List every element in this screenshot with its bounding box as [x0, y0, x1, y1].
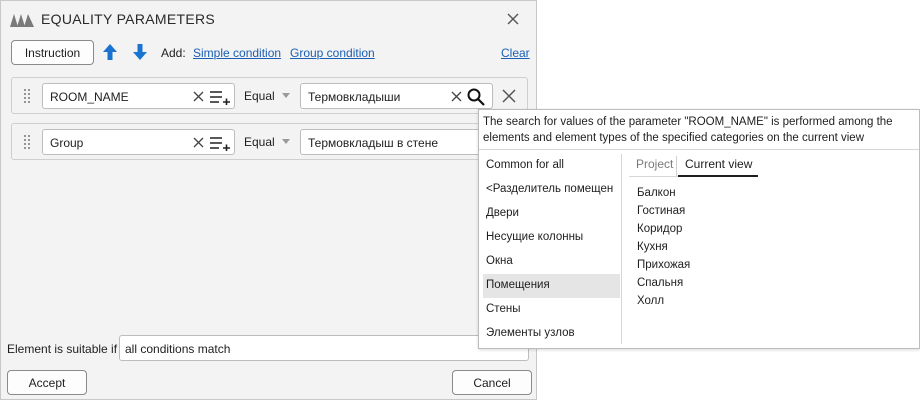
value-item[interactable]: Кухня	[637, 241, 668, 253]
suitable-label: Element is suitable if	[7, 342, 118, 356]
active-tab-indicator	[678, 175, 758, 177]
category-item-selected[interactable]: Помещения	[483, 274, 619, 298]
category-item[interactable]: Окна	[483, 250, 619, 274]
clear-parameter-icon[interactable]	[193, 137, 204, 148]
drag-handle-icon[interactable]	[23, 88, 31, 104]
condition-value: Термовкладыши	[308, 90, 401, 104]
move-down-icon[interactable]	[132, 43, 148, 61]
parameter-value: ROOM_NAME	[50, 90, 129, 104]
value-item[interactable]: Коридор	[637, 223, 682, 235]
add-label: Add:	[161, 46, 186, 60]
search-icon[interactable]	[467, 88, 485, 106]
parameter-field[interactable]: Group	[42, 129, 235, 155]
value-item[interactable]: Спальня	[637, 277, 683, 289]
parameter-value: Group	[50, 136, 84, 150]
clear-link[interactable]: Clear	[501, 46, 530, 60]
category-item[interactable]: Стены	[483, 298, 619, 322]
condition-row: ROOM_NAME Equal Термовкладыши	[11, 77, 528, 114]
simple-condition-link[interactable]: Simple condition	[193, 46, 281, 60]
clear-value-icon[interactable]	[451, 91, 462, 102]
divider	[479, 149, 919, 150]
chevron-down-icon[interactable]	[282, 93, 290, 98]
remove-condition-icon[interactable]	[502, 89, 516, 103]
move-up-icon[interactable]	[102, 43, 118, 61]
add-to-list-icon[interactable]	[209, 90, 231, 105]
value-item[interactable]: Балкон	[637, 187, 676, 199]
instruction-button[interactable]: Instruction	[11, 40, 94, 65]
value-field[interactable]: Термовкладыш в стене	[300, 129, 493, 155]
chevron-down-icon[interactable]	[282, 139, 290, 144]
suitable-select[interactable]: all conditions match	[119, 335, 529, 361]
category-item[interactable]: Common for all	[483, 154, 619, 178]
condition-row: Group Equal Термовкладыш в стене	[11, 123, 528, 160]
tab-current-view[interactable]: Current view	[685, 157, 752, 171]
operator-select[interactable]: Equal	[244, 89, 275, 103]
value-item[interactable]: Холл	[637, 295, 664, 307]
category-item[interactable]: Несущие колонны	[483, 226, 619, 250]
suitable-value: all conditions match	[125, 342, 231, 356]
value-item[interactable]: Гостиная	[637, 205, 685, 217]
condition-value: Термовкладыш в стене	[308, 136, 438, 150]
clear-parameter-icon[interactable]	[193, 91, 204, 102]
value-field[interactable]: Термовкладыши	[300, 83, 493, 109]
operator-select[interactable]: Equal	[244, 135, 275, 149]
cancel-button[interactable]: Cancel	[452, 370, 532, 395]
divider	[621, 154, 622, 344]
group-condition-link[interactable]: Group condition	[290, 46, 375, 60]
dialog-title: EQUALITY PARAMETERS	[41, 11, 216, 27]
accept-button[interactable]: Accept	[7, 370, 87, 395]
popup-description: The search for values of the parameter "…	[483, 116, 893, 144]
parameter-field[interactable]: ROOM_NAME	[42, 83, 235, 109]
category-item[interactable]: Двери	[483, 202, 619, 226]
close-icon[interactable]	[507, 13, 519, 25]
parameter-values-popup: The search for values of the parameter "…	[478, 109, 920, 349]
category-item[interactable]: <Разделитель помещен	[483, 178, 619, 202]
drag-handle-icon[interactable]	[23, 134, 31, 150]
tab-project[interactable]: Project	[636, 157, 673, 171]
value-item[interactable]: Прихожая	[637, 259, 690, 271]
app-logo-icon	[10, 14, 34, 27]
tab-separator	[676, 156, 677, 176]
equality-parameters-dialog: EQUALITY PARAMETERS Instruction Add: Sim…	[0, 0, 537, 400]
add-to-list-icon[interactable]	[209, 136, 231, 151]
category-item[interactable]: Элементы узлов	[483, 322, 619, 346]
